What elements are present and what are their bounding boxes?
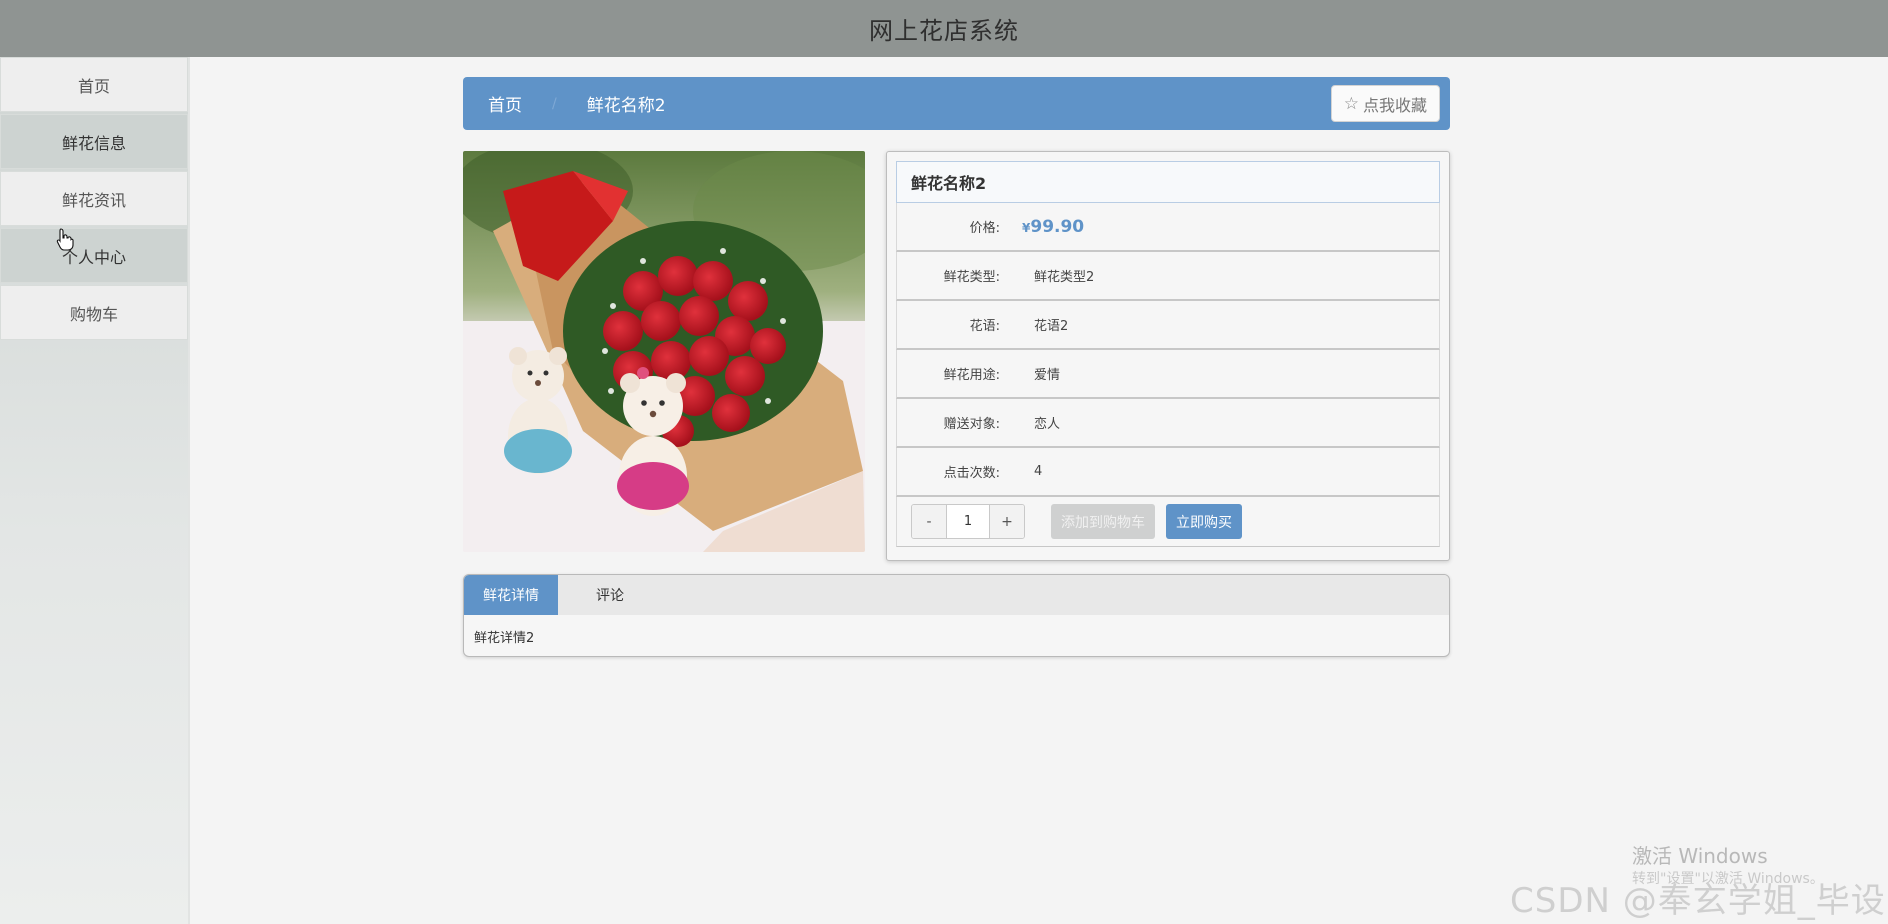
quantity-increase-button[interactable]: + xyxy=(990,505,1024,538)
sidebar: 首页 鲜花信息 鲜花资讯 个人中心 购物车 xyxy=(0,57,190,924)
buy-now-button[interactable]: 立即购买 xyxy=(1166,504,1242,539)
tab-content: 鲜花详情2 xyxy=(474,631,535,646)
sidebar-item-personal-center[interactable]: 个人中心 xyxy=(0,228,188,283)
product-info-panel: 鲜花名称2 价格: ¥99.90 鲜花类型: 鲜花类型2 花语: 花语2 鲜花用… xyxy=(886,151,1450,561)
add-to-cart-button[interactable]: 添加到购物车 xyxy=(1051,504,1155,539)
quantity-stepper: - 1 + xyxy=(911,504,1025,539)
breadcrumb: 首页 / 鲜花名称2 ☆ 点我收藏 xyxy=(463,77,1450,130)
detail-tabs: 鲜花详情 评论 鲜花详情2 xyxy=(463,574,1450,657)
app-title: 网上花店系统 xyxy=(869,17,1019,45)
quantity-decrease-button[interactable]: - xyxy=(912,505,946,538)
tab-comments[interactable]: 评论 xyxy=(558,575,662,615)
field-label: 花语: xyxy=(969,319,1000,334)
favorite-button[interactable]: ☆ 点我收藏 xyxy=(1330,85,1440,122)
field-label: 鲜花类型: xyxy=(943,270,1000,285)
quantity-input[interactable]: 1 xyxy=(946,505,990,538)
sidebar-item-cart[interactable]: 购物车 xyxy=(0,285,188,340)
field-value: 4 xyxy=(1034,464,1043,479)
sidebar-item-flower-news[interactable]: 鲜花资讯 xyxy=(0,171,188,226)
breadcrumb-current: 鲜花名称2 xyxy=(586,96,666,116)
field-label: 鲜花用途: xyxy=(943,368,1000,383)
field-value: 恋人 xyxy=(1034,417,1061,432)
field-row: 点击次数: 4 xyxy=(896,448,1440,497)
price-value: ¥99.90 xyxy=(1022,217,1084,237)
app-header: 网上花店系统 xyxy=(0,0,1888,57)
field-value: 鲜花类型2 xyxy=(1034,270,1095,285)
windows-activation-title: 激活 Windows xyxy=(1632,844,1768,868)
field-row: 鲜花类型: 鲜花类型2 xyxy=(896,252,1440,301)
field-row: 花语: 花语2 xyxy=(896,301,1440,350)
price-amount: 99.90 xyxy=(1030,216,1085,237)
tab-flower-details[interactable]: 鲜花详情 xyxy=(464,575,558,615)
breadcrumb-home[interactable]: 首页 xyxy=(488,91,522,116)
tab-strip: 鲜花详情 评论 xyxy=(464,575,1449,615)
favorite-label: 点我收藏 xyxy=(1362,95,1427,115)
main-content: 首页 / 鲜花名称2 ☆ 点我收藏 鲜花名称2 价格: ¥99.90 鲜花类型:… xyxy=(463,77,1450,657)
star-outline-icon: ☆ xyxy=(1343,93,1359,114)
field-label: 赠送对象: xyxy=(943,417,1000,432)
field-row: 鲜花用途: 爱情 xyxy=(896,350,1440,399)
sidebar-item-flower-info[interactable]: 鲜花信息 xyxy=(0,114,188,169)
hand-cursor-icon xyxy=(56,228,74,251)
product-image xyxy=(463,151,865,552)
product-name: 鲜花名称2 xyxy=(896,161,1440,203)
field-label: 点击次数: xyxy=(943,466,1000,481)
csdn-watermark: CSDN @奉玄学姐_毕设 xyxy=(1510,881,1886,921)
price-label: 价格: xyxy=(969,221,1000,236)
purchase-actions: - 1 + 添加到购物车 立即购买 xyxy=(896,497,1440,547)
field-value: 爱情 xyxy=(1034,368,1061,383)
field-value: 花语2 xyxy=(1034,319,1069,334)
field-row: 赠送对象: 恋人 xyxy=(896,399,1440,448)
bouquet-illustration xyxy=(463,151,865,552)
breadcrumb-separator: / xyxy=(552,95,557,112)
sidebar-item-home[interactable]: 首页 xyxy=(0,57,188,112)
price-row: 价格: ¥99.90 xyxy=(896,203,1440,252)
